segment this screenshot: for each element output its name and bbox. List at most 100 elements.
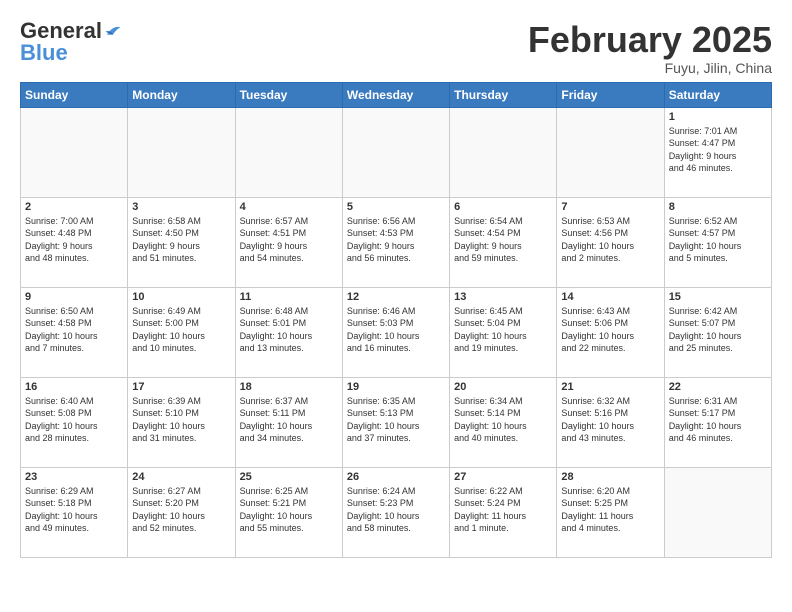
day-info: Sunrise: 6:52 AM Sunset: 4:57 PM Dayligh… [669, 215, 767, 265]
day-cell: 10 Sunrise: 6:49 AM Sunset: 5:00 PM Dayli… [128, 287, 235, 377]
day-cell: 28Sunrise: 6:20 AM Sunset: 5:25 PM Dayli… [557, 467, 664, 557]
day-cell: 22 Sunrise: 6:31 AM Sunset: 5:17 PM Dayli… [664, 377, 771, 467]
title-block: February 2025 Fuyu, Jilin, China [528, 20, 772, 76]
day-number: 21 [561, 381, 659, 393]
day-number: 8 [669, 201, 767, 213]
day-info: Sunrise: 6:27 AM Sunset: 5:20 PM Dayligh… [132, 485, 230, 535]
day-info: Sunrise: 6:49 AM Sunset: 5:00 PM Dayligh… [132, 305, 230, 355]
day-cell: 9 Sunrise: 6:50 AM Sunset: 4:58 PM Daylig… [21, 287, 128, 377]
day-number: 27 [454, 471, 552, 483]
day-info: Sunrise: 6:39 AM Sunset: 5:10 PM Dayligh… [132, 395, 230, 445]
day-info: Sunrise: 6:58 AM Sunset: 4:50 PM Dayligh… [132, 215, 230, 265]
week-row-3: 9 Sunrise: 6:50 AM Sunset: 4:58 PM Daylig… [21, 287, 772, 377]
day-info: Sunrise: 6:46 AM Sunset: 5:03 PM Dayligh… [347, 305, 445, 355]
day-cell: 16 Sunrise: 6:40 AM Sunset: 5:08 PM Dayli… [21, 377, 128, 467]
logo-bird-icon [104, 24, 122, 38]
day-cell: 18 Sunrise: 6:37 AM Sunset: 5:11 PM Dayli… [235, 377, 342, 467]
day-number: 7 [561, 201, 659, 213]
day-cell [450, 107, 557, 197]
day-number: 23 [25, 471, 123, 483]
weekday-header-tuesday: Tuesday [235, 82, 342, 107]
day-info: Sunrise: 6:43 AM Sunset: 5:06 PM Dayligh… [561, 305, 659, 355]
week-row-5: 23 Sunrise: 6:29 AM Sunset: 5:18 PM Dayli… [21, 467, 772, 557]
logo-text: General [20, 20, 102, 42]
day-number: 22 [669, 381, 767, 393]
day-cell: 15 Sunrise: 6:42 AM Sunset: 5:07 PM Dayli… [664, 287, 771, 377]
weekday-header-thursday: Thursday [450, 82, 557, 107]
weekday-header-wednesday: Wednesday [342, 82, 449, 107]
day-info: Sunrise: 6:53 AM Sunset: 4:56 PM Dayligh… [561, 215, 659, 265]
day-cell: 7 Sunrise: 6:53 AM Sunset: 4:56 PM Daylig… [557, 197, 664, 287]
day-cell [21, 107, 128, 197]
weekday-header-monday: Monday [128, 82, 235, 107]
day-cell [342, 107, 449, 197]
day-cell: 19 Sunrise: 6:35 AM Sunset: 5:13 PM Dayli… [342, 377, 449, 467]
day-info: Sunrise: 6:25 AM Sunset: 5:21 PM Dayligh… [240, 485, 338, 535]
day-info: Sunrise: 6:40 AM Sunset: 5:08 PM Dayligh… [25, 395, 123, 445]
day-info: Sunrise: 6:42 AM Sunset: 5:07 PM Dayligh… [669, 305, 767, 355]
day-number: 18 [240, 381, 338, 393]
weekday-header-row: SundayMondayTuesdayWednesdayThursdayFrid… [21, 82, 772, 107]
day-cell [128, 107, 235, 197]
day-cell: 4 Sunrise: 6:57 AM Sunset: 4:51 PM Daylig… [235, 197, 342, 287]
day-info: Sunrise: 6:31 AM Sunset: 5:17 PM Dayligh… [669, 395, 767, 445]
day-info: Sunrise: 6:45 AM Sunset: 5:04 PM Dayligh… [454, 305, 552, 355]
day-info: Sunrise: 6:34 AM Sunset: 5:14 PM Dayligh… [454, 395, 552, 445]
day-info: Sunrise: 6:48 AM Sunset: 5:01 PM Dayligh… [240, 305, 338, 355]
day-number: 20 [454, 381, 552, 393]
day-cell: 2Sunrise: 7:00 AM Sunset: 4:48 PM Daylig… [21, 197, 128, 287]
day-cell: 12 Sunrise: 6:46 AM Sunset: 5:03 PM Dayli… [342, 287, 449, 377]
day-number: 12 [347, 291, 445, 303]
logo-blue: Blue [20, 42, 68, 64]
day-number: 15 [669, 291, 767, 303]
day-info: Sunrise: 6:29 AM Sunset: 5:18 PM Dayligh… [25, 485, 123, 535]
day-number: 10 [132, 291, 230, 303]
day-info: Sunrise: 6:50 AM Sunset: 4:58 PM Dayligh… [25, 305, 123, 355]
day-info: Sunrise: 6:54 AM Sunset: 4:54 PM Dayligh… [454, 215, 552, 265]
week-row-4: 16 Sunrise: 6:40 AM Sunset: 5:08 PM Dayli… [21, 377, 772, 467]
day-number: 6 [454, 201, 552, 213]
day-cell: 17 Sunrise: 6:39 AM Sunset: 5:10 PM Dayli… [128, 377, 235, 467]
day-number: 13 [454, 291, 552, 303]
day-number: 9 [25, 291, 123, 303]
day-number: 14 [561, 291, 659, 303]
day-cell [557, 107, 664, 197]
day-cell: 24Sunrise: 6:27 AM Sunset: 5:20 PM Dayli… [128, 467, 235, 557]
day-cell: 14 Sunrise: 6:43 AM Sunset: 5:06 PM Dayli… [557, 287, 664, 377]
day-info: Sunrise: 6:35 AM Sunset: 5:13 PM Dayligh… [347, 395, 445, 445]
day-info: Sunrise: 6:22 AM Sunset: 5:24 PM Dayligh… [454, 485, 552, 535]
day-cell: 3 Sunrise: 6:58 AM Sunset: 4:50 PM Daylig… [128, 197, 235, 287]
day-number: 26 [347, 471, 445, 483]
month-title: February 2025 [528, 20, 772, 60]
day-info: Sunrise: 6:56 AM Sunset: 4:53 PM Dayligh… [347, 215, 445, 265]
day-number: 17 [132, 381, 230, 393]
day-number: 19 [347, 381, 445, 393]
weekday-header-sunday: Sunday [21, 82, 128, 107]
day-number: 5 [347, 201, 445, 213]
day-cell: 13 Sunrise: 6:45 AM Sunset: 5:04 PM Dayli… [450, 287, 557, 377]
day-cell: 5 Sunrise: 6:56 AM Sunset: 4:53 PM Daylig… [342, 197, 449, 287]
day-cell: 1Sunrise: 7:01 AM Sunset: 4:47 PM Daylig… [664, 107, 771, 197]
day-info: Sunrise: 6:37 AM Sunset: 5:11 PM Dayligh… [240, 395, 338, 445]
page-header: General Blue February 2025 Fuyu, Jilin, … [20, 20, 772, 76]
day-cell: 23 Sunrise: 6:29 AM Sunset: 5:18 PM Dayli… [21, 467, 128, 557]
weekday-header-saturday: Saturday [664, 82, 771, 107]
day-info: Sunrise: 6:24 AM Sunset: 5:23 PM Dayligh… [347, 485, 445, 535]
day-cell: 21 Sunrise: 6:32 AM Sunset: 5:16 PM Dayli… [557, 377, 664, 467]
day-number: 16 [25, 381, 123, 393]
day-number: 11 [240, 291, 338, 303]
day-info: Sunrise: 7:01 AM Sunset: 4:47 PM Dayligh… [669, 125, 767, 175]
week-row-2: 2Sunrise: 7:00 AM Sunset: 4:48 PM Daylig… [21, 197, 772, 287]
day-number: 28 [561, 471, 659, 483]
location: Fuyu, Jilin, China [528, 60, 772, 76]
day-info: Sunrise: 6:32 AM Sunset: 5:16 PM Dayligh… [561, 395, 659, 445]
day-cell: 20 Sunrise: 6:34 AM Sunset: 5:14 PM Dayli… [450, 377, 557, 467]
day-cell: 26 Sunrise: 6:24 AM Sunset: 5:23 PM Dayli… [342, 467, 449, 557]
day-number: 25 [240, 471, 338, 483]
day-cell [664, 467, 771, 557]
day-cell: 11 Sunrise: 6:48 AM Sunset: 5:01 PM Dayli… [235, 287, 342, 377]
weekday-header-friday: Friday [557, 82, 664, 107]
day-info: Sunrise: 6:57 AM Sunset: 4:51 PM Dayligh… [240, 215, 338, 265]
day-number: 4 [240, 201, 338, 213]
day-number: 3 [132, 201, 230, 213]
